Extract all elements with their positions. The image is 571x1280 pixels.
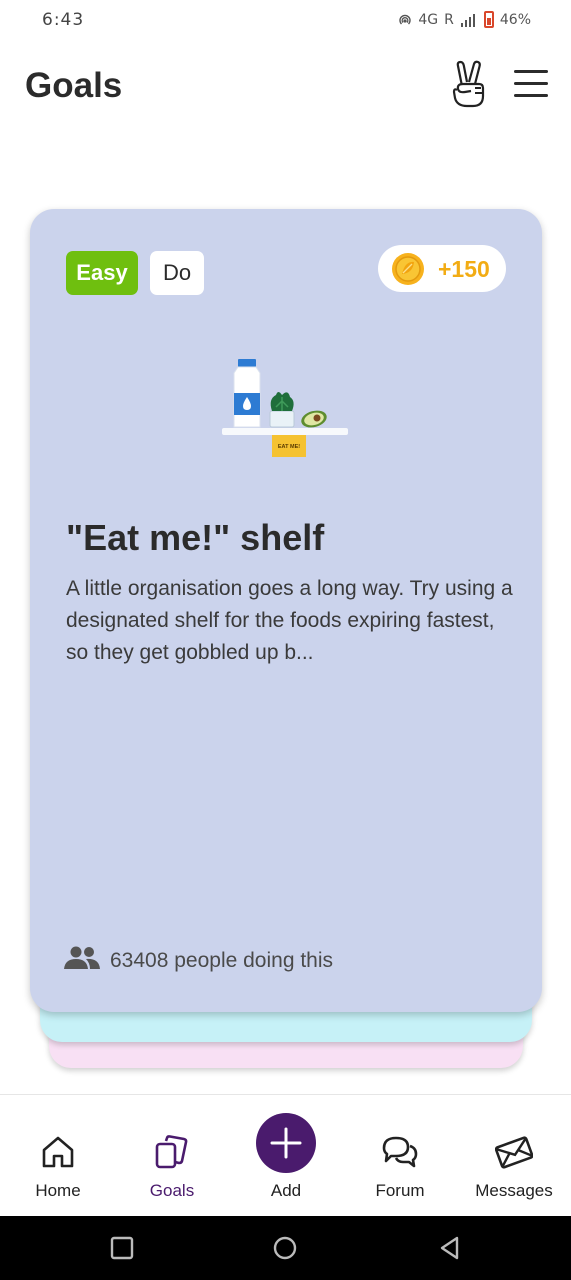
shelf-illustration: EAT ME! (222, 359, 348, 457)
type-badge: Do (150, 251, 204, 295)
roaming-indicator: R (444, 11, 454, 28)
battery-icon (483, 11, 494, 28)
nav-goals[interactable]: Goals (122, 1095, 222, 1217)
nav-messages[interactable]: Messages (464, 1095, 564, 1217)
status-bar: 6:43 4G R 46% (0, 0, 571, 44)
nav-forum-label: Forum (375, 1181, 425, 1200)
people-count: 63408 people doing this (110, 949, 334, 972)
people-icon (64, 946, 100, 969)
goal-title: "Eat me!" shelf (66, 517, 325, 558)
recent-apps-icon[interactable] (110, 1236, 134, 1260)
reward-points: +150 (438, 256, 490, 282)
signal-icon (460, 13, 475, 27)
status-indicators: 4G R 46% (398, 11, 531, 28)
nav-home-label: Home (35, 1181, 81, 1200)
illustration-note-label: EAT ME! (278, 444, 300, 450)
coin-icon (392, 253, 424, 285)
system-navigation-bar (0, 1216, 571, 1280)
network-type: 4G (418, 11, 439, 28)
nav-goals-label: Goals (149, 1181, 195, 1200)
home-system-icon[interactable] (273, 1236, 297, 1260)
goals-icon (155, 1135, 188, 1169)
goal-description: A little organisation goes a long way. T… (66, 577, 513, 664)
forum-icon (382, 1136, 418, 1168)
page-title: Goals (25, 66, 123, 105)
goal-card[interactable]: Easy Do +150 EAT ME! "Eat me!" shelf A l… (30, 209, 542, 1012)
nav-forum[interactable]: Forum (350, 1095, 450, 1217)
reward-pill: +150 (378, 245, 506, 292)
nav-messages-label: Messages (475, 1181, 553, 1200)
peace-hand-icon[interactable] (449, 60, 489, 108)
menu-icon[interactable] (514, 70, 548, 98)
app-header: Goals (0, 44, 571, 134)
hotspot-icon (399, 14, 412, 24)
add-button[interactable] (256, 1113, 316, 1173)
status-time: 6:43 (42, 10, 85, 30)
back-icon[interactable] (438, 1236, 462, 1260)
bottom-navigation: Home Goals Add Forum Messages (0, 1094, 571, 1216)
messages-icon (495, 1136, 533, 1169)
nav-add[interactable]: Add (236, 1095, 336, 1217)
battery-level: 46% (499, 11, 531, 28)
difficulty-badge: Easy (66, 251, 138, 295)
home-icon (42, 1136, 74, 1168)
add-icon (270, 1127, 302, 1159)
nav-home[interactable]: Home (8, 1095, 108, 1217)
nav-add-label: Add (270, 1181, 302, 1200)
